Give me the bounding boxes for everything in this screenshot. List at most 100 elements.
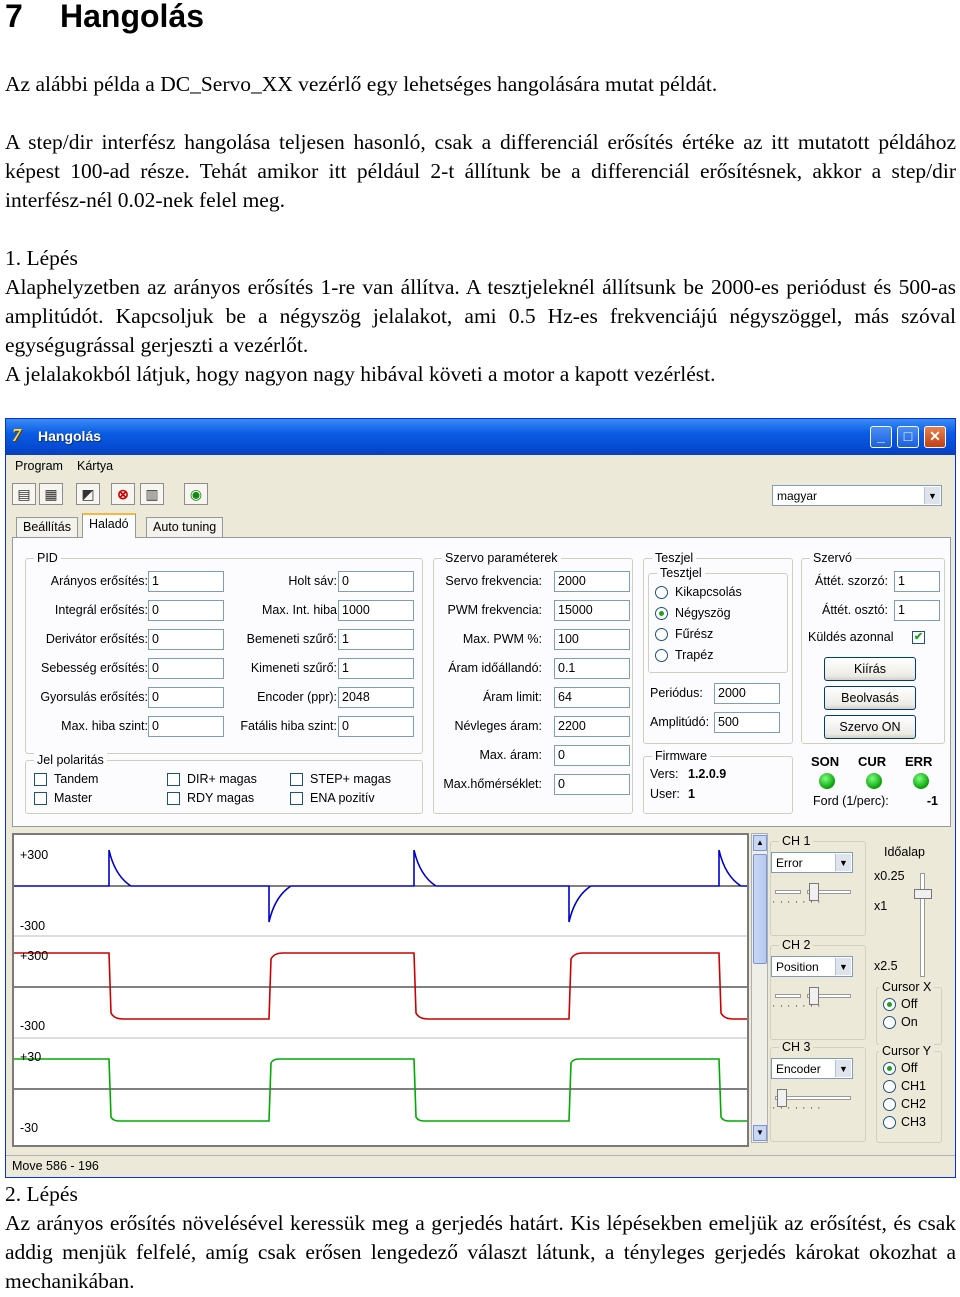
waveform-label: Trapéz: [675, 648, 714, 662]
scope-scrollbar[interactable]: ▲ ▼: [751, 833, 768, 1143]
ena-positive-checkbox[interactable]: [290, 792, 303, 805]
ch2-select[interactable]: Position ▼: [771, 956, 853, 977]
rdy-high-checkbox[interactable]: [167, 792, 180, 805]
polarity-title: Jel polaritás: [34, 753, 107, 767]
ch2-offset-track[interactable]: [775, 994, 801, 998]
cur-label: CUR: [858, 754, 887, 769]
cursor-x-on-radio[interactable]: [883, 1016, 896, 1029]
write-button[interactable]: Kiírás: [824, 657, 916, 681]
cursor-y-option: Off: [901, 1061, 918, 1075]
window-title: Hangolás: [38, 428, 102, 444]
waveform-saw-radio[interactable]: [655, 628, 668, 641]
max-error-input[interactable]: 0: [148, 716, 224, 737]
acceleration-gain-input[interactable]: 0: [148, 687, 224, 708]
master-checkbox[interactable]: [34, 792, 47, 805]
step-high-label: STEP+ magas: [310, 772, 391, 786]
period-input[interactable]: 2000: [714, 683, 780, 704]
ch2-gain-thumb[interactable]: [809, 987, 819, 1005]
gear-mult-input[interactable]: 1: [894, 571, 940, 592]
waveform-off-radio[interactable]: [655, 586, 668, 599]
encoder-ppr-input[interactable]: 2048: [338, 687, 414, 708]
menu-kartya[interactable]: Kártya: [77, 459, 113, 473]
step-high-checkbox[interactable]: [290, 773, 303, 786]
stop-icon[interactable]: ⊗: [111, 483, 135, 505]
language-select[interactable]: magyar ▼: [772, 485, 942, 506]
cursor-y-off-radio[interactable]: [883, 1062, 896, 1075]
send-immediately-checkbox[interactable]: ✔: [912, 631, 925, 644]
amplitude-input[interactable]: 500: [714, 712, 780, 733]
step1-paragraph-2: A jelalakokból látjuk, hogy nagyon nagy …: [5, 362, 716, 386]
integral-gain-input[interactable]: 0: [148, 600, 224, 621]
gear-div-input[interactable]: 1: [894, 600, 940, 621]
chevron-down-icon: ▼: [835, 1060, 851, 1077]
servo-frequency-input[interactable]: 2000: [554, 571, 630, 592]
graph-icon[interactable]: ◩: [76, 483, 100, 505]
max-temperature-input[interactable]: 0: [554, 774, 630, 795]
cursor-y-ch3-radio[interactable]: [883, 1116, 896, 1129]
max-current-input[interactable]: 0: [554, 745, 630, 766]
servo-on-button[interactable]: Szervo ON: [824, 715, 916, 739]
ch3-gain-thumb[interactable]: [777, 1089, 787, 1107]
tab-beallitas[interactable]: Beállítás: [16, 517, 78, 537]
pid-label: Gyorsulás erősítés:: [40, 690, 148, 704]
step2-paragraph: Az arányos erősítés növelésével keressük…: [5, 1211, 956, 1293]
open-file-icon[interactable]: ▤: [12, 483, 36, 505]
scroll-thumb[interactable]: [753, 854, 767, 964]
save-file-icon[interactable]: ▦: [39, 483, 63, 505]
max-int-error-input[interactable]: 1000: [338, 600, 414, 621]
stepdir-paragraph: A step/dir interfész hangolása teljesen …: [5, 130, 956, 212]
chart-icon[interactable]: ▥: [140, 483, 164, 505]
title-bar[interactable]: 7 Hangolás _ □ ✕: [6, 419, 955, 455]
servo-label: PWM frekvencia:: [447, 603, 542, 617]
output-filter-input[interactable]: 1: [338, 658, 414, 679]
waveform-square-radio[interactable]: [655, 607, 668, 620]
cur-led-icon: [866, 773, 882, 789]
timescale-thumb[interactable]: [914, 889, 932, 899]
current-limit-input[interactable]: 64: [554, 687, 630, 708]
oscilloscope-plot[interactable]: +300 -300 +300 -300 +30 -30: [12, 833, 749, 1147]
timescale-label: Időalap: [884, 845, 926, 859]
dir-high-checkbox[interactable]: [167, 773, 180, 786]
connect-icon[interactable]: ◉: [184, 483, 208, 505]
pid-label: Sebesség erősítés:: [40, 661, 148, 675]
close-button[interactable]: ✕: [924, 426, 946, 448]
pid-label: Arányos erősítés:: [50, 574, 148, 588]
cursor-x-off-radio[interactable]: [883, 998, 896, 1011]
fatal-error-input[interactable]: 0: [338, 716, 414, 737]
servo-label: Áram limit:: [482, 690, 542, 704]
deadband-input[interactable]: 0: [338, 571, 414, 592]
pwm-frequency-input[interactable]: 15000: [554, 600, 630, 621]
test-waveform-title: Tesztjel: [657, 566, 705, 580]
maximize-button[interactable]: □: [897, 426, 919, 448]
ch1-offset-track[interactable]: [775, 890, 801, 894]
tandem-checkbox[interactable]: [34, 773, 47, 786]
input-filter-input[interactable]: 1: [338, 629, 414, 650]
nominal-current-input[interactable]: 2200: [554, 716, 630, 737]
velocity-gain-input[interactable]: 0: [148, 658, 224, 679]
ch1-ticks: ''''''': [773, 900, 826, 909]
cursor-y-title: Cursor Y: [879, 1044, 935, 1058]
tab-halado[interactable]: Haladó: [82, 513, 136, 538]
menu-program[interactable]: Program: [15, 459, 63, 473]
waveform-trapezoid-radio[interactable]: [655, 649, 668, 662]
read-button[interactable]: Beolvasás: [824, 686, 916, 710]
servo-label: Max.hőmérséklet:: [443, 777, 542, 791]
minimize-button[interactable]: _: [870, 426, 892, 448]
derivative-gain-input[interactable]: 0: [148, 629, 224, 650]
ch3-select[interactable]: Encoder ▼: [771, 1058, 853, 1079]
max-pwm-input[interactable]: 100: [554, 629, 630, 650]
master-label: Master: [54, 791, 93, 805]
proportional-gain-input[interactable]: 1: [148, 571, 224, 592]
pid-label: Kimeneti szűrő:: [250, 661, 337, 675]
pid-label: Integrál erősítés:: [54, 603, 148, 617]
scroll-up-icon[interactable]: ▲: [753, 835, 767, 851]
current-time-constant-input[interactable]: 0.1: [554, 658, 630, 679]
ch1-select[interactable]: Error ▼: [771, 852, 853, 873]
ch1-gain-thumb[interactable]: [809, 883, 819, 901]
pid-label: Max. hiba szint:: [61, 719, 148, 733]
cursor-y-ch2-radio[interactable]: [883, 1098, 896, 1111]
chevron-down-icon: ▼: [835, 958, 851, 975]
cursor-y-ch1-radio[interactable]: [883, 1080, 896, 1093]
scroll-down-icon[interactable]: ▼: [753, 1125, 767, 1141]
tab-auto-tuning[interactable]: Auto tuning: [146, 517, 224, 537]
